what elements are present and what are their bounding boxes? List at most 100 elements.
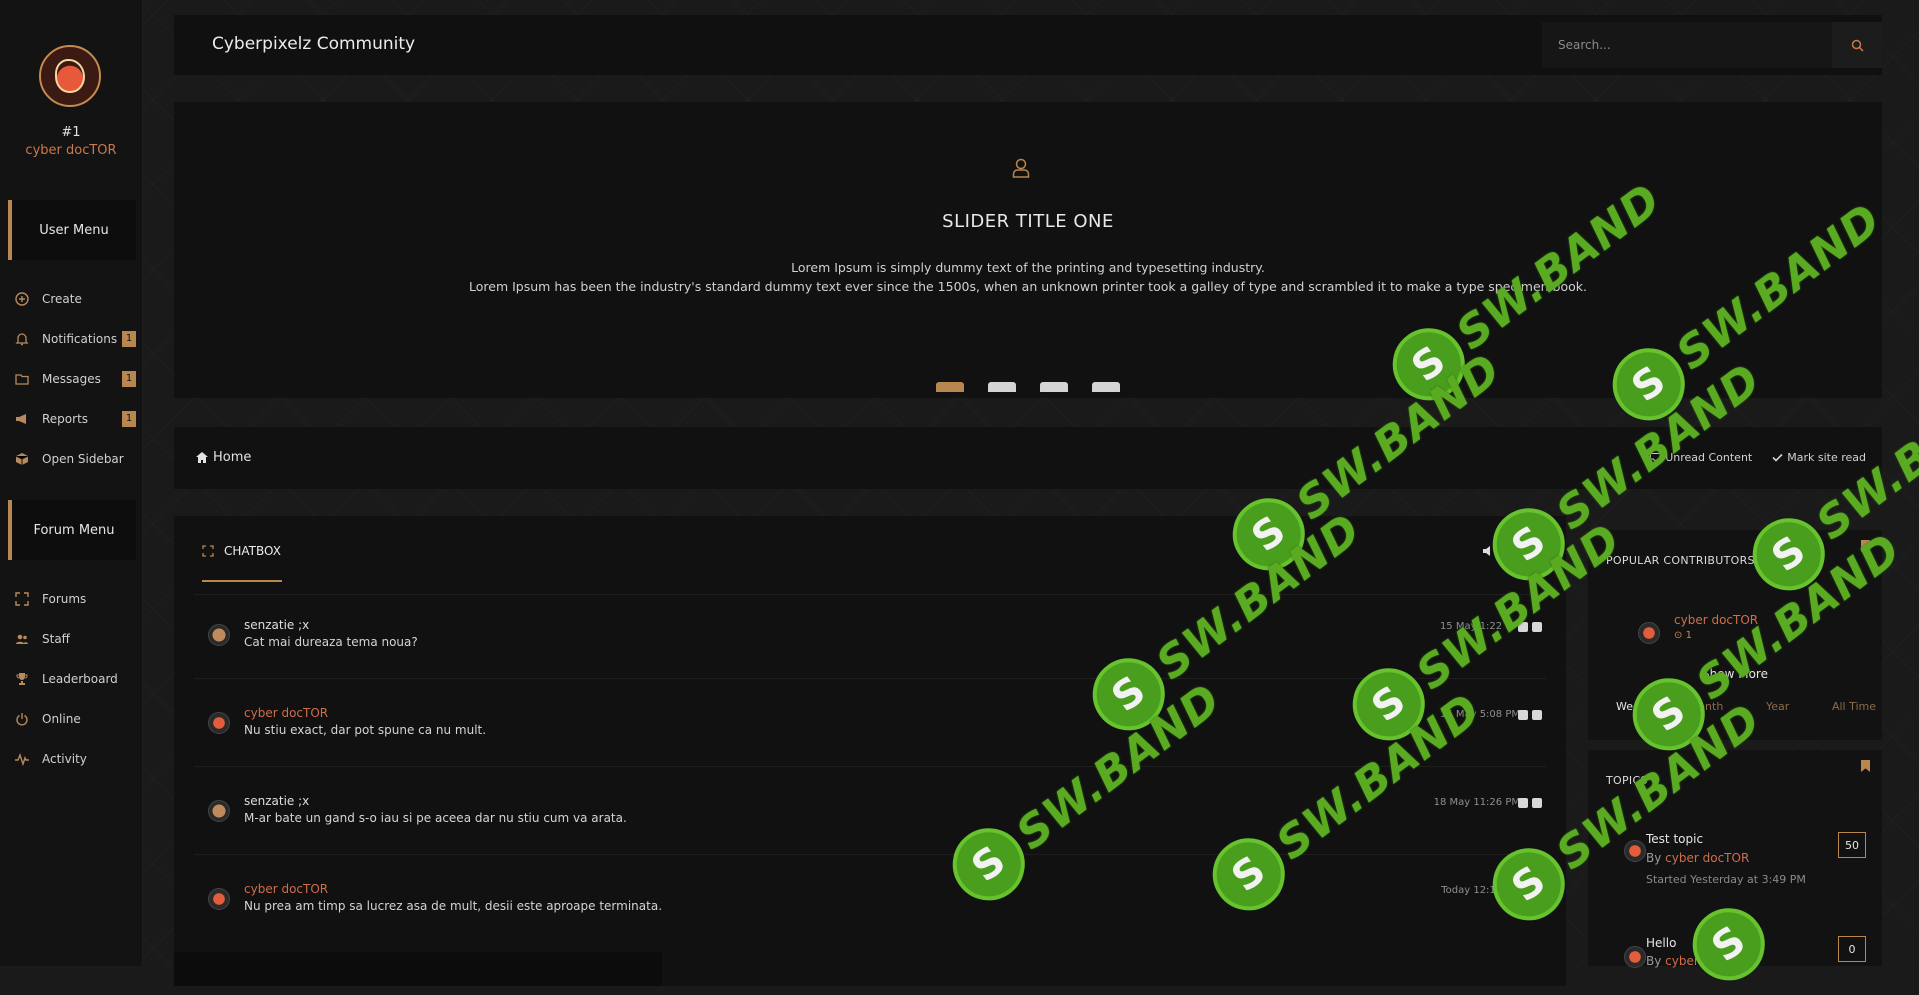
sidebar-item-create[interactable]: Create bbox=[14, 288, 136, 310]
chat-author[interactable]: senzatie ;x bbox=[244, 794, 309, 808]
topics-widget: TOPICS Test topic By cyber docTOR Starte… bbox=[1588, 750, 1882, 968]
topic-started: Started Yesterday at 3:49 PM bbox=[1646, 873, 1806, 886]
chatbox-tab-label: CHATBOX bbox=[224, 544, 281, 558]
show-more-button[interactable]: Show More bbox=[1588, 667, 1882, 681]
sidebar-item-notifications[interactable]: Notifications 1 bbox=[14, 328, 136, 350]
edit-icon[interactable] bbox=[1518, 886, 1528, 896]
power-icon bbox=[14, 711, 30, 727]
sidebar-item-label: Messages bbox=[42, 372, 101, 386]
search-icon bbox=[1851, 39, 1864, 52]
search-button[interactable] bbox=[1832, 22, 1882, 68]
tab-chatbox[interactable]: CHATBOX bbox=[202, 544, 281, 558]
topic-title[interactable]: Test topic bbox=[1646, 832, 1703, 846]
edit-icon[interactable] bbox=[1518, 622, 1528, 632]
slider-dot-4[interactable] bbox=[1092, 382, 1120, 392]
trophy-icon bbox=[14, 671, 30, 687]
user-menu-label: User Menu bbox=[39, 222, 109, 238]
contributor-name[interactable]: cyber docTOR bbox=[1674, 613, 1758, 627]
chat-message: cyber docTOR Nu prea am timp sa lucrez a… bbox=[208, 882, 1568, 928]
bell-icon bbox=[14, 331, 30, 347]
delete-icon[interactable] bbox=[1532, 622, 1542, 632]
bookmark-icon[interactable] bbox=[1861, 540, 1870, 552]
sidebar-item-open-sidebar[interactable]: Open Sidebar bbox=[14, 448, 136, 470]
users-icon bbox=[14, 631, 30, 647]
chat-author[interactable]: cyber docTOR bbox=[244, 706, 328, 720]
site-title[interactable]: Cyberpixelz Community bbox=[212, 34, 415, 54]
widget-title: TOPICS bbox=[1606, 774, 1648, 787]
inbox-icon bbox=[1650, 452, 1662, 463]
period-tabs: Week Month Year All Time bbox=[1616, 700, 1876, 713]
home-icon bbox=[196, 452, 208, 463]
avatar[interactable] bbox=[1624, 840, 1646, 862]
search-input[interactable] bbox=[1542, 22, 1832, 68]
avatar[interactable] bbox=[208, 800, 230, 822]
plus-circle-icon bbox=[14, 291, 30, 307]
user-name[interactable]: cyber docTOR bbox=[0, 143, 142, 158]
chat-time: 15 May 5:08 PM bbox=[1439, 709, 1520, 720]
chat-author[interactable]: senzatie ;x bbox=[244, 618, 309, 632]
user-menu-header[interactable]: User Menu bbox=[8, 200, 136, 260]
tab-week[interactable]: Week bbox=[1616, 700, 1646, 713]
breadcrumb-home[interactable]: Home bbox=[196, 450, 251, 465]
sidebar-item-online[interactable]: Online bbox=[14, 708, 136, 730]
chat-time: 15 May 1:22 PM bbox=[1439, 621, 1520, 632]
chat-time: Today 12:15 PM bbox=[1441, 885, 1520, 896]
mark-site-read-label: Mark site read bbox=[1787, 451, 1866, 464]
delete-icon[interactable] bbox=[1532, 710, 1542, 720]
sidebar-item-staff[interactable]: Staff bbox=[14, 628, 136, 650]
slider-title: SLIDER TITLE ONE bbox=[942, 211, 1114, 232]
mark-site-read-link[interactable]: Mark site read bbox=[1772, 451, 1866, 464]
avatar[interactable] bbox=[208, 624, 230, 646]
slider-dot-3[interactable] bbox=[1040, 382, 1068, 392]
topic-title[interactable]: Hello bbox=[1646, 936, 1676, 950]
chat-message: cyber docTOR Nu stiu exact, dar pot spun… bbox=[208, 706, 1568, 752]
bookmark-icon[interactable] bbox=[1861, 760, 1870, 772]
avatar[interactable] bbox=[1638, 622, 1660, 644]
edit-icon[interactable] bbox=[1518, 710, 1528, 720]
chat-text: Nu prea am timp sa lucrez asa de mult, d… bbox=[244, 899, 663, 913]
edit-icon[interactable] bbox=[1518, 798, 1528, 808]
sidebar-item-activity[interactable]: Activity bbox=[14, 748, 136, 770]
slider-text-line-2: Lorem Ipsum has been the industry's stan… bbox=[469, 279, 1587, 294]
user-avatar[interactable] bbox=[39, 45, 101, 107]
chatbox-tools bbox=[1482, 544, 1522, 558]
reply-count: 50 bbox=[1838, 832, 1866, 858]
avatar[interactable] bbox=[208, 888, 230, 910]
tab-year[interactable]: Year bbox=[1766, 700, 1789, 713]
chat-divider bbox=[194, 594, 1546, 595]
forum-menu-header[interactable]: Forum Menu bbox=[8, 500, 136, 560]
avatar[interactable] bbox=[1624, 946, 1646, 968]
unread-content-link[interactable]: Unread Content bbox=[1650, 451, 1752, 464]
chat-divider bbox=[194, 854, 1546, 855]
breadcrumb: Home Unread Content Mark site read bbox=[174, 427, 1882, 489]
sound-icon[interactable] bbox=[1482, 544, 1496, 558]
chat-author[interactable]: cyber docTOR bbox=[244, 882, 328, 896]
user-icon bbox=[1012, 158, 1030, 178]
folder-icon bbox=[14, 371, 30, 387]
chat-divider bbox=[194, 766, 1546, 767]
breadcrumb-actions: Unread Content Mark site read bbox=[1650, 451, 1866, 464]
sidebar-item-reports[interactable]: Reports 1 bbox=[14, 408, 136, 430]
chat-actions bbox=[1518, 622, 1542, 632]
delete-icon[interactable] bbox=[1532, 886, 1542, 896]
chat-input-area[interactable] bbox=[174, 952, 662, 986]
chat-divider bbox=[194, 678, 1546, 679]
delete-icon[interactable] bbox=[1532, 798, 1542, 808]
sidebar-item-forums[interactable]: Forums bbox=[14, 588, 136, 610]
tab-all-time[interactable]: All Time bbox=[1832, 700, 1876, 713]
slider-dot-1[interactable] bbox=[936, 382, 964, 392]
sidebar-item-messages[interactable]: Messages 1 bbox=[14, 368, 136, 390]
sidebar-item-label: Staff bbox=[42, 632, 70, 646]
chat-actions bbox=[1518, 710, 1542, 720]
slider-dot-2[interactable] bbox=[988, 382, 1016, 392]
avatar[interactable] bbox=[208, 712, 230, 734]
sidebar-item-leaderboard[interactable]: Leaderboard bbox=[14, 668, 136, 690]
chat-actions bbox=[1518, 798, 1542, 808]
search-box bbox=[1542, 22, 1882, 68]
fullscreen-icon[interactable] bbox=[1508, 544, 1522, 558]
by-prefix: By bbox=[1646, 851, 1662, 865]
messages-badge: 1 bbox=[122, 371, 136, 387]
tab-month[interactable]: Month bbox=[1689, 700, 1723, 713]
pulse-icon bbox=[14, 751, 30, 767]
topic-author[interactable]: cyber docTOR bbox=[1665, 851, 1749, 865]
